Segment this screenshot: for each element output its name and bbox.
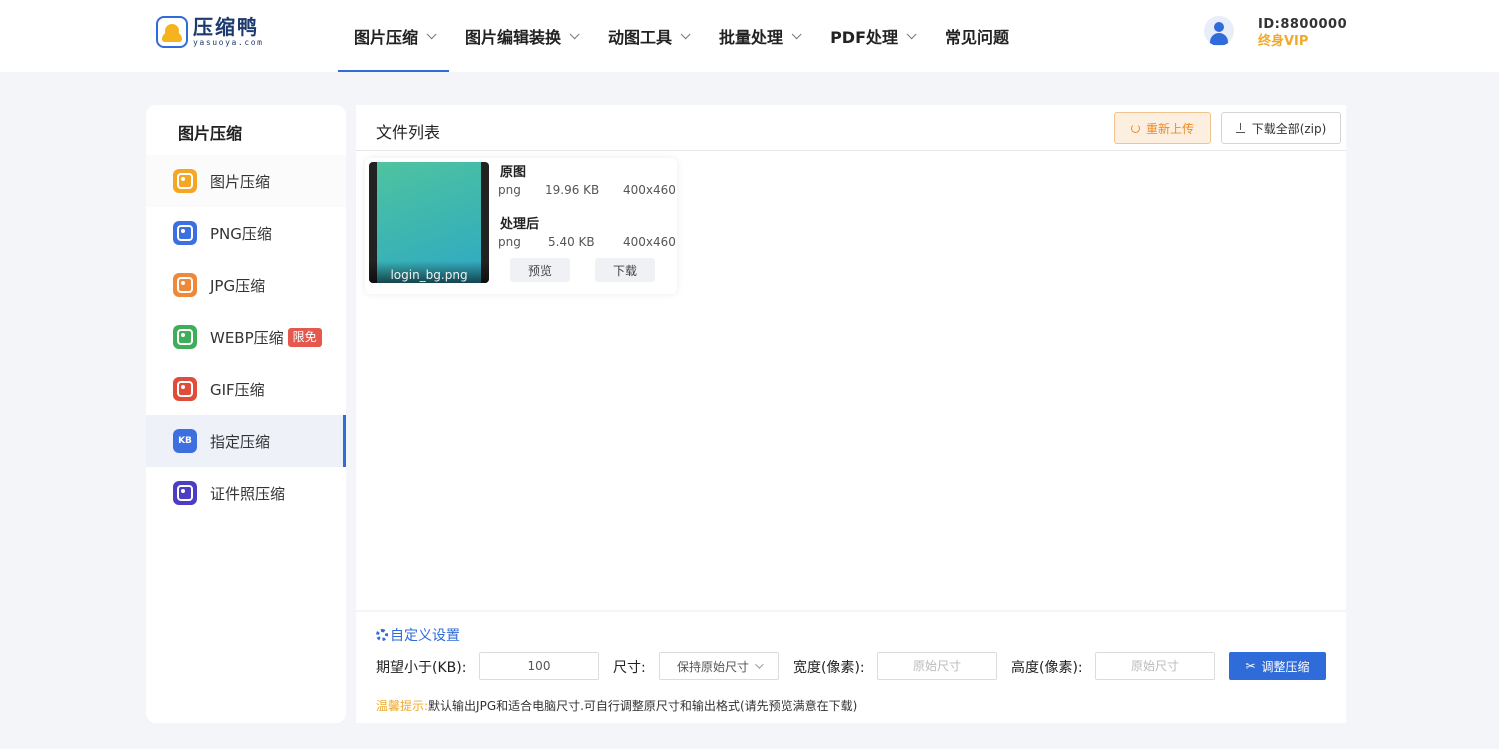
- kb-icon-text: KB: [178, 436, 192, 446]
- sidebar-item-label: WEBP压缩: [210, 328, 284, 347]
- nav-faq[interactable]: 常见问题: [929, 0, 1025, 72]
- top-header: 压缩鸭 yasuoya.com 图片压缩 图片编辑装换 动图工具 批量处理 PD…: [0, 0, 1499, 72]
- file-list-panel: 文件列表 重新上传 下载全部(zip) login_bg.png 原图 png …: [356, 105, 1346, 610]
- gif-icon: [173, 377, 197, 401]
- sidebar-item-label: JPG压缩: [210, 276, 266, 295]
- processed-size: 5.40 KB: [548, 235, 595, 249]
- tip-body: 默认输出JPG和适合电脑尺寸.可自行调整原尺寸和输出格式(请先预览满意在下载): [428, 699, 858, 713]
- file-card: login_bg.png 原图 png 19.96 KB 400x460 处理后…: [365, 158, 677, 294]
- original-format: png: [498, 183, 521, 197]
- chevron-down-icon: [569, 28, 580, 39]
- dimension-select-value: 保持原始尺寸: [676, 659, 749, 674]
- width-label: 宽度(像素):: [793, 660, 865, 676]
- user-id: ID:8800000: [1258, 17, 1348, 32]
- chevron-down-icon: [680, 28, 691, 39]
- sidebar-item-label: 指定压缩: [210, 432, 271, 451]
- sidebar-item-label: PNG压缩: [210, 224, 272, 243]
- preview-label: 预览: [527, 263, 552, 278]
- adjust-compress-button[interactable]: ✂ 调整压缩: [1229, 652, 1326, 680]
- download-all-button[interactable]: 下载全部(zip): [1221, 112, 1341, 144]
- download-all-label: 下载全部(zip): [1251, 121, 1327, 136]
- vip-status: 终身VIP: [1258, 34, 1309, 49]
- jpg-icon: [173, 273, 197, 297]
- original-size: 19.96 KB: [545, 183, 600, 197]
- original-dimensions: 400x460: [623, 183, 676, 197]
- settings-title: 自定义设置: [376, 625, 460, 645]
- processed-dimensions: 400x460: [623, 235, 676, 249]
- main-nav: 图片压缩 图片编辑装换 动图工具 批量处理 PDF处理 常见问题: [338, 0, 1025, 72]
- original-label: 原图: [500, 165, 527, 180]
- sidebar: 图片压缩 图片压缩 PNG压缩 JPG压缩 WEBP压缩 限免 GIF压缩 KB…: [146, 105, 346, 723]
- sidebar-item-target-size[interactable]: KB 指定压缩: [146, 415, 346, 467]
- dimension-label: 尺寸:: [613, 660, 646, 676]
- nav-gif-tools[interactable]: 动图工具: [592, 0, 703, 72]
- image-icon: [173, 169, 197, 193]
- nav-label: 常见问题: [945, 28, 1010, 47]
- chevron-down-icon: [791, 28, 802, 39]
- sidebar-item-png[interactable]: PNG压缩: [146, 207, 346, 259]
- reupload-label: 重新上传: [1145, 121, 1194, 136]
- processed-label: 处理后: [500, 217, 540, 232]
- sidebar-item-label: 证件照压缩: [210, 484, 286, 503]
- download-label: 下载: [612, 263, 637, 278]
- processed-format: png: [498, 235, 521, 249]
- gear-icon: [376, 629, 388, 641]
- tip-text: 温馨提示:默认输出JPG和适合电脑尺寸.可自行调整原尺寸和输出格式(请先预览满意…: [376, 697, 857, 714]
- png-icon: [173, 221, 197, 245]
- logo-title: 压缩鸭: [193, 15, 259, 39]
- nav-label: 图片压缩: [354, 28, 419, 47]
- nav-image-edit-convert[interactable]: 图片编辑装换: [449, 0, 592, 72]
- logo[interactable]: 压缩鸭 yasuoya.com: [156, 16, 264, 48]
- sidebar-item-id-photo[interactable]: 证件照压缩: [146, 467, 346, 519]
- duck-logo-icon: [156, 16, 188, 48]
- sidebar-item-image-compress[interactable]: 图片压缩: [146, 155, 346, 207]
- nav-image-compress[interactable]: 图片压缩: [338, 0, 450, 72]
- file-thumbnail[interactable]: login_bg.png: [369, 162, 489, 283]
- sidebar-item-jpg[interactable]: JPG压缩: [146, 259, 346, 311]
- custom-settings-panel: 自定义设置 期望小于(KB): 尺寸: 保持原始尺寸 宽度(像素): 高度(像素…: [356, 612, 1346, 723]
- nav-label: 图片编辑装换: [465, 28, 562, 47]
- nav-label: 批量处理: [719, 28, 784, 47]
- width-input[interactable]: [877, 652, 997, 680]
- height-input[interactable]: [1095, 652, 1215, 680]
- reupload-button[interactable]: 重新上传: [1114, 112, 1211, 144]
- download-button[interactable]: 下载: [595, 258, 655, 282]
- dimension-select[interactable]: 保持原始尺寸: [659, 652, 779, 680]
- logo-subtitle: yasuoya.com: [193, 38, 264, 47]
- chevron-down-icon: [755, 660, 764, 669]
- sidebar-item-webp[interactable]: WEBP压缩 限免: [146, 311, 346, 363]
- target-size-input[interactable]: [479, 652, 599, 680]
- file-name: login_bg.png: [390, 268, 468, 282]
- nav-label: 动图工具: [608, 28, 673, 47]
- avatar[interactable]: [1204, 16, 1234, 46]
- size-label: 期望小于(KB):: [376, 660, 467, 676]
- sidebar-item-label: 图片压缩: [210, 172, 271, 191]
- sidebar-item-label: GIF压缩: [210, 380, 265, 399]
- settings-title-text: 自定义设置: [390, 628, 460, 644]
- height-label: 高度(像素):: [1011, 660, 1083, 676]
- sidebar-item-gif[interactable]: GIF压缩: [146, 363, 346, 415]
- preview-button[interactable]: 预览: [510, 258, 570, 282]
- adjust-compress-label: 调整压缩: [1261, 659, 1310, 674]
- scissors-icon: ✂: [1245, 659, 1256, 673]
- sidebar-title: 图片压缩: [178, 124, 243, 143]
- nav-batch[interactable]: 批量处理: [703, 0, 814, 72]
- nav-pdf[interactable]: PDF处理: [814, 0, 929, 72]
- chevron-down-icon: [426, 28, 437, 39]
- chevron-down-icon: [906, 28, 917, 39]
- id-photo-icon: [173, 481, 197, 505]
- kb-icon: KB: [173, 429, 197, 453]
- file-list-header: 文件列表 重新上传 下载全部(zip): [356, 105, 1346, 151]
- webp-icon: [173, 325, 197, 349]
- nav-label: PDF处理: [830, 28, 899, 47]
- free-badge: 限免: [287, 327, 322, 347]
- download-icon: [1235, 123, 1245, 133]
- refresh-icon: [1130, 123, 1140, 133]
- user-menu[interactable]: ID:8800000 终身VIP: [1204, 16, 1347, 49]
- tip-prefix: 温馨提示:: [376, 699, 429, 713]
- file-list-title: 文件列表: [376, 123, 441, 142]
